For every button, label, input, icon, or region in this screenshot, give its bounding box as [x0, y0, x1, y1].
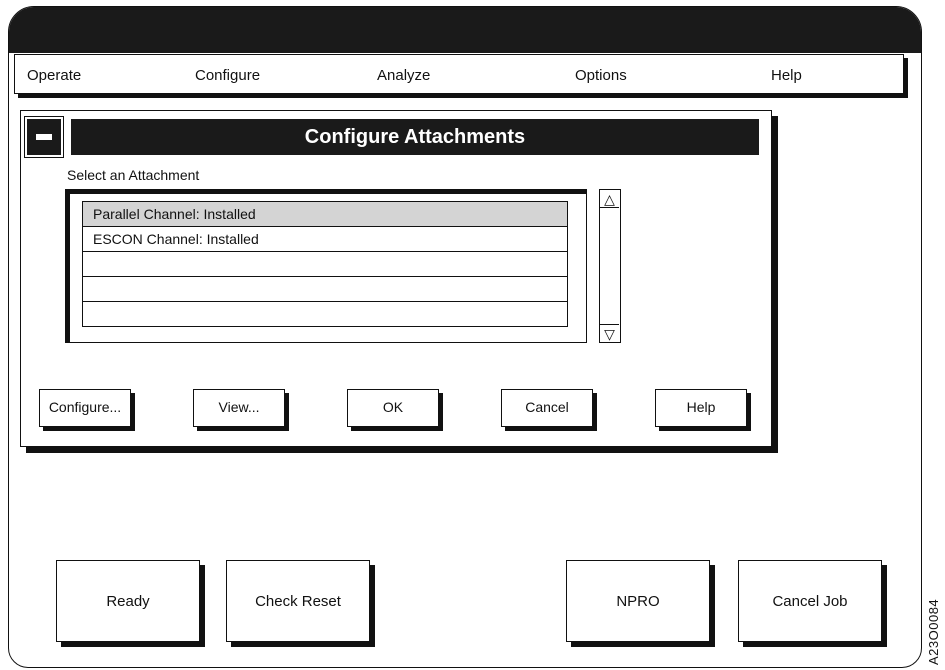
cancel-button[interactable]: Cancel — [501, 389, 593, 427]
npro-button[interactable]: NPRO — [566, 560, 710, 642]
attachment-listbox[interactable]: Parallel Channel: Installed ESCON Channe… — [65, 189, 587, 343]
ready-button[interactable]: Ready — [56, 560, 200, 642]
check-reset-button[interactable]: Check Reset — [226, 560, 370, 642]
configure-button[interactable]: Configure... — [39, 389, 131, 427]
menu-analyze[interactable]: Analyze — [377, 67, 430, 84]
list-item[interactable] — [82, 276, 568, 302]
menu-configure[interactable]: Configure — [195, 67, 260, 84]
scroll-up-arrow-icon[interactable]: △ — [600, 190, 619, 208]
configure-attachments-dialog: Configure Attachments Select an Attachme… — [20, 110, 772, 447]
menu-bar: Operate Configure Analyze Options Help — [14, 54, 904, 94]
menu-options[interactable]: Options — [575, 67, 627, 84]
system-menu-button[interactable] — [24, 116, 64, 158]
minus-icon — [36, 134, 52, 140]
menu-operate[interactable]: Operate — [27, 67, 81, 84]
list-label: Select an Attachment — [67, 167, 200, 183]
figure-code: A23O0084 — [926, 598, 941, 665]
menu-help[interactable]: Help — [771, 67, 802, 84]
window-title-bar[interactable] — [9, 7, 921, 53]
help-button[interactable]: Help — [655, 389, 747, 427]
list-item[interactable]: Parallel Channel: Installed — [82, 201, 568, 227]
list-scrollbar[interactable]: △ ▽ — [599, 189, 621, 343]
list-item[interactable] — [82, 251, 568, 277]
list-item[interactable]: ESCON Channel: Installed — [82, 226, 568, 252]
list-item[interactable] — [82, 301, 568, 327]
ok-button[interactable]: OK — [347, 389, 439, 427]
scroll-down-arrow-icon[interactable]: ▽ — [600, 324, 619, 342]
view-button[interactable]: View... — [193, 389, 285, 427]
dialog-title: Configure Attachments — [71, 119, 759, 155]
cancel-job-button[interactable]: Cancel Job — [738, 560, 882, 642]
